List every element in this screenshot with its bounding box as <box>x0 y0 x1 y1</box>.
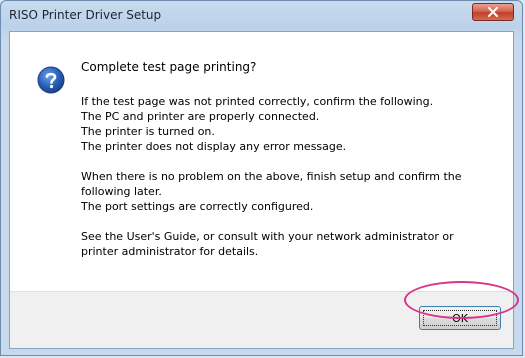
message-line: See the User's Guide, or consult with yo… <box>81 230 454 243</box>
message-line: following later. <box>81 185 162 198</box>
close-icon <box>488 7 498 17</box>
message-line: The PC and printer are properly connecte… <box>81 110 320 123</box>
dialog-message: If the test page was not printed correct… <box>81 94 506 259</box>
title-bar: RISO Printer Driver Setup <box>1 1 522 31</box>
ok-button[interactable]: OK <box>419 306 501 330</box>
ok-button-label: OK <box>452 311 468 325</box>
message-line: The printer does not display any error m… <box>81 140 347 153</box>
message-line: When there is no problem on the above, f… <box>81 170 462 183</box>
message-line: The printer is turned on. <box>81 125 215 138</box>
dialog-heading: Complete test page printing? <box>81 60 257 74</box>
button-bar: OK <box>10 291 513 348</box>
close-button[interactable] <box>472 3 514 21</box>
message-line: The port settings are correctly configur… <box>81 200 314 213</box>
window-title: RISO Printer Driver Setup <box>9 8 162 22</box>
dialog-client-area: Complete test page printing? If the test… <box>9 31 514 349</box>
message-line: printer administrator for details. <box>81 245 259 258</box>
message-line: If the test page was not printed correct… <box>81 95 434 108</box>
question-icon <box>37 66 65 94</box>
dialog-window: RISO Printer Driver Setup Complete test … <box>0 0 523 356</box>
message-area: Complete test page printing? If the test… <box>10 32 513 291</box>
